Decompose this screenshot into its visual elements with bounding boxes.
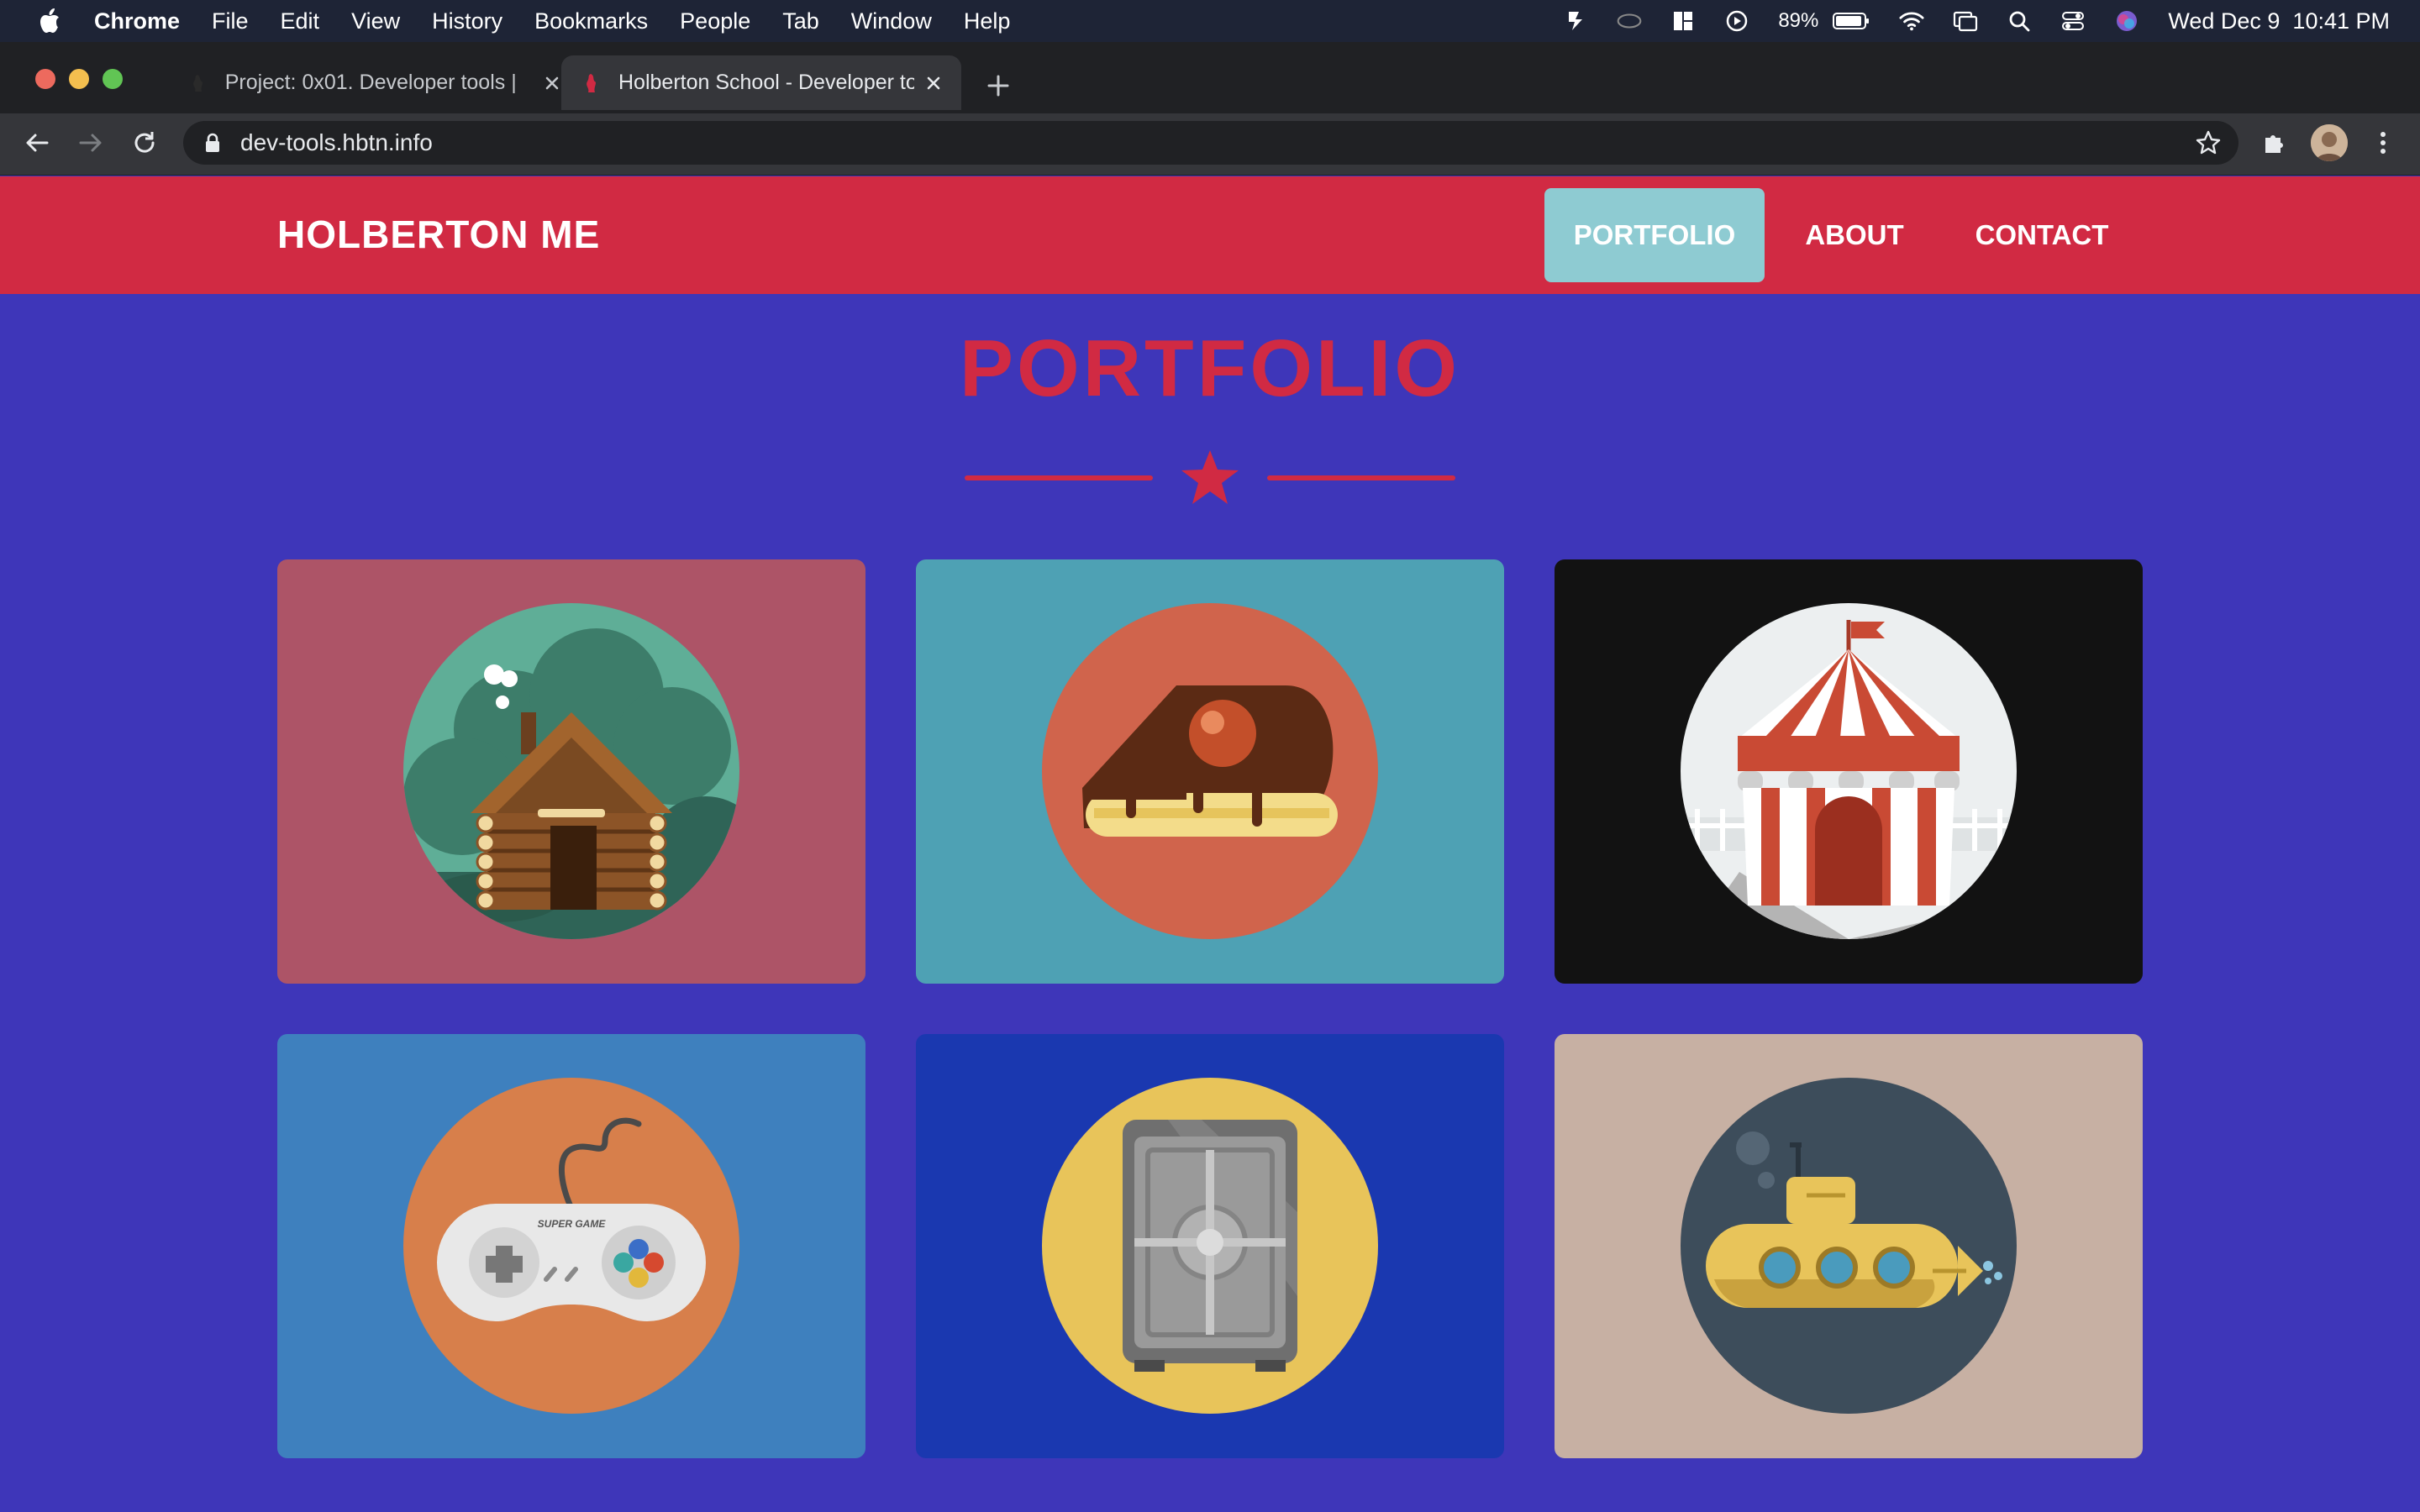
cake-slice-icon [1042,603,1378,939]
menu-people[interactable]: People [680,8,750,34]
menu-bookmarks[interactable]: Bookmarks [534,8,648,34]
menu-view[interactable]: View [351,8,400,34]
forward-arrow-icon[interactable] [74,126,108,160]
holberton-favicon-icon [187,72,208,94]
screen-mirroring-icon[interactable] [1953,9,1978,33]
game-controller-icon: SUPER GAME [403,1078,739,1414]
nav-about[interactable]: ABOUT [1786,188,1923,282]
play-circle-icon[interactable] [1724,9,1749,33]
portfolio-card-circus[interactable] [1555,559,2143,984]
safe-icon [1042,1078,1378,1414]
window-close-button[interactable] [35,69,55,89]
wifi-icon[interactable] [1899,9,1924,33]
circus-tent-icon [1681,603,2017,939]
spotlight-search-icon[interactable] [2007,9,2032,33]
address-bar[interactable]: dev-tools.hbtn.info [183,121,2238,165]
menu-file[interactable]: File [212,8,249,34]
menu-window[interactable]: Window [851,8,932,34]
divider-line-left [965,475,1153,480]
more-menu-icon[interactable] [2366,126,2400,160]
nav-portfolio[interactable]: PORTFOLIO [1544,188,1765,282]
control-center-icon[interactable] [2060,9,2086,33]
divider-star-icon [1180,449,1240,507]
tab-holberton-developer[interactable]: Holberton School - Developer to [561,55,961,110]
divider-line-right [1267,475,1455,480]
menubar-clock[interactable]: Wed Dec 9 10:41 PM [2168,8,2390,34]
tab-close-icon[interactable] [541,72,563,94]
macos-menu-bar: Chrome File Edit View History Bookmarks … [0,0,2420,42]
log-cabin-icon [403,603,739,939]
battery-percent: 89% [1778,9,1819,32]
tab-title: Holberton School - Developer to [618,71,914,94]
portfolio-card-cabin[interactable] [277,559,865,984]
new-tab-plus-icon[interactable] [983,71,1013,101]
window-minimize-button[interactable] [69,69,89,89]
controller-label: SUPER GAME [538,1218,607,1230]
nav-contact[interactable]: CONTACT [1951,188,2133,282]
submarine-icon [1681,1078,2017,1414]
apple-logo-icon[interactable] [37,7,62,35]
menu-help[interactable]: Help [964,8,1011,34]
portfolio-card-controller[interactable]: SUPER GAME [277,1034,865,1458]
portfolio-card-cake[interactable] [916,559,1504,984]
window-zoom-button[interactable] [103,69,123,89]
tab-close-icon[interactable] [923,72,944,94]
menu-history[interactable]: History [432,8,502,34]
extensions-puzzle-icon[interactable] [2257,126,2291,160]
back-arrow-icon[interactable] [20,126,54,160]
status-area: 89% Wed Dec 9 10:41 PM [1563,0,2390,42]
menu-app-name[interactable]: Chrome [94,8,180,34]
tab-title: Project: 0x01. Developer tools | [224,71,517,94]
window-layout-icon[interactable] [1670,9,1696,33]
siri-icon[interactable] [2114,9,2139,33]
profile-avatar[interactable] [2311,124,2348,161]
portfolio-card-safe[interactable] [916,1034,1504,1458]
reload-icon[interactable] [128,126,161,160]
holberton-favicon-icon [580,72,602,94]
portfolio-heading: PORTFOLIO [960,323,1460,413]
bookmark-star-icon[interactable] [2195,129,2222,156]
url-text[interactable]: dev-tools.hbtn.info [240,129,433,156]
menu-tab[interactable]: Tab [782,8,819,34]
portfolio-card-submarine[interactable] [1555,1034,2143,1458]
bolt-app-icon[interactable] [1563,9,1588,33]
lock-icon[interactable] [202,131,224,155]
battery-icon[interactable] [1832,9,1870,33]
tab-project[interactable]: Project: 0x01. Developer tools | [168,55,563,110]
cloud-icon[interactable] [1617,9,1642,33]
menu-edit[interactable]: Edit [281,8,320,34]
site-brand[interactable]: HOLBERTON ME [277,212,600,257]
